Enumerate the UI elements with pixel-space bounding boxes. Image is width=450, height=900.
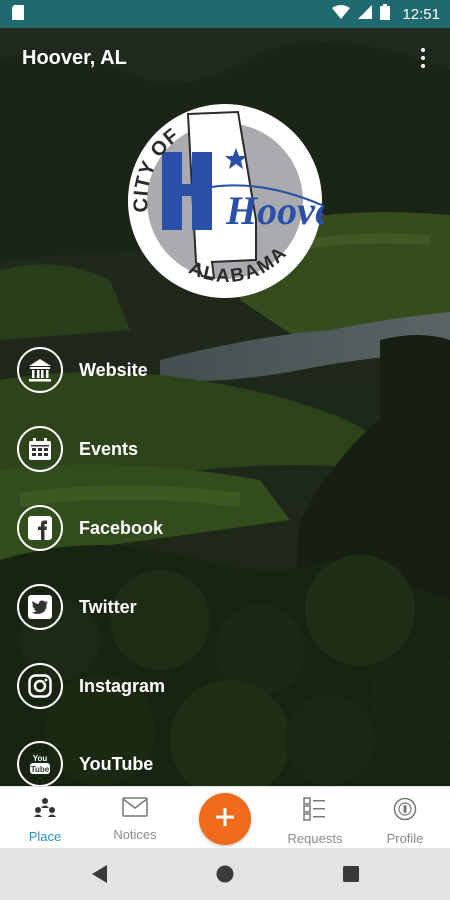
status-time: 12:51	[402, 5, 440, 23]
nav-notices[interactable]: Notices	[90, 787, 180, 849]
add-request-button[interactable]	[199, 793, 251, 845]
nav-label: Place	[28, 829, 62, 844]
system-nav-bar	[0, 848, 450, 900]
profile-icon	[393, 797, 417, 826]
recents-icon[interactable]	[321, 848, 381, 900]
home-icon[interactable]	[195, 848, 255, 900]
battery-icon	[380, 4, 391, 24]
envelope-icon	[122, 797, 148, 822]
wifi-icon	[332, 5, 351, 23]
more-vert-icon[interactable]	[408, 43, 438, 73]
nav-label: Notices	[113, 827, 157, 842]
nav-place[interactable]: Place	[0, 787, 90, 849]
place-people-icon	[33, 797, 57, 824]
signal-icon	[358, 5, 373, 23]
bank-icon	[17, 347, 63, 393]
link-label: Events	[79, 438, 139, 459]
plus-icon	[215, 807, 235, 832]
facebook-icon	[17, 505, 63, 551]
website-link[interactable]: Website	[17, 344, 417, 396]
link-label: YouTube	[79, 753, 154, 774]
status-bar: 12:51	[0, 0, 450, 28]
link-label: Website	[79, 359, 148, 380]
instagram-icon	[17, 663, 63, 709]
calendar-icon	[17, 426, 63, 472]
nav-requests[interactable]: Requests	[270, 787, 360, 849]
sim-card-icon	[12, 4, 24, 24]
seal-name-text: Hoover	[225, 188, 324, 233]
nav-profile[interactable]: Profile	[360, 787, 450, 849]
nav-label: Requests	[287, 831, 343, 846]
link-label: Instagram	[79, 675, 166, 696]
twitter-icon	[17, 584, 63, 630]
app-bar: Hoover, AL	[0, 28, 450, 88]
nav-label: Profile	[386, 831, 424, 846]
svg-text:Tube: Tube	[31, 765, 50, 774]
instagram-link[interactable]: Instagram	[17, 660, 417, 712]
youtube-icon: You Tube	[17, 741, 63, 787]
bottom-nav: Place Notices Requests Profile	[0, 786, 450, 848]
svg-text:You: You	[33, 754, 48, 763]
page-title: Hoover, AL	[22, 46, 127, 69]
link-label: Facebook	[79, 517, 164, 538]
city-seal-logo: CITY OF ALABAMA Hoover	[126, 102, 349, 300]
youtube-link[interactable]: You Tube YouTube	[17, 738, 417, 790]
events-link[interactable]: Events	[17, 423, 417, 475]
link-label: Twitter	[79, 596, 137, 617]
checklist-icon	[303, 797, 327, 826]
twitter-link[interactable]: Twitter	[17, 581, 417, 633]
back-icon[interactable]	[70, 848, 130, 900]
facebook-link[interactable]: Facebook	[17, 502, 417, 554]
